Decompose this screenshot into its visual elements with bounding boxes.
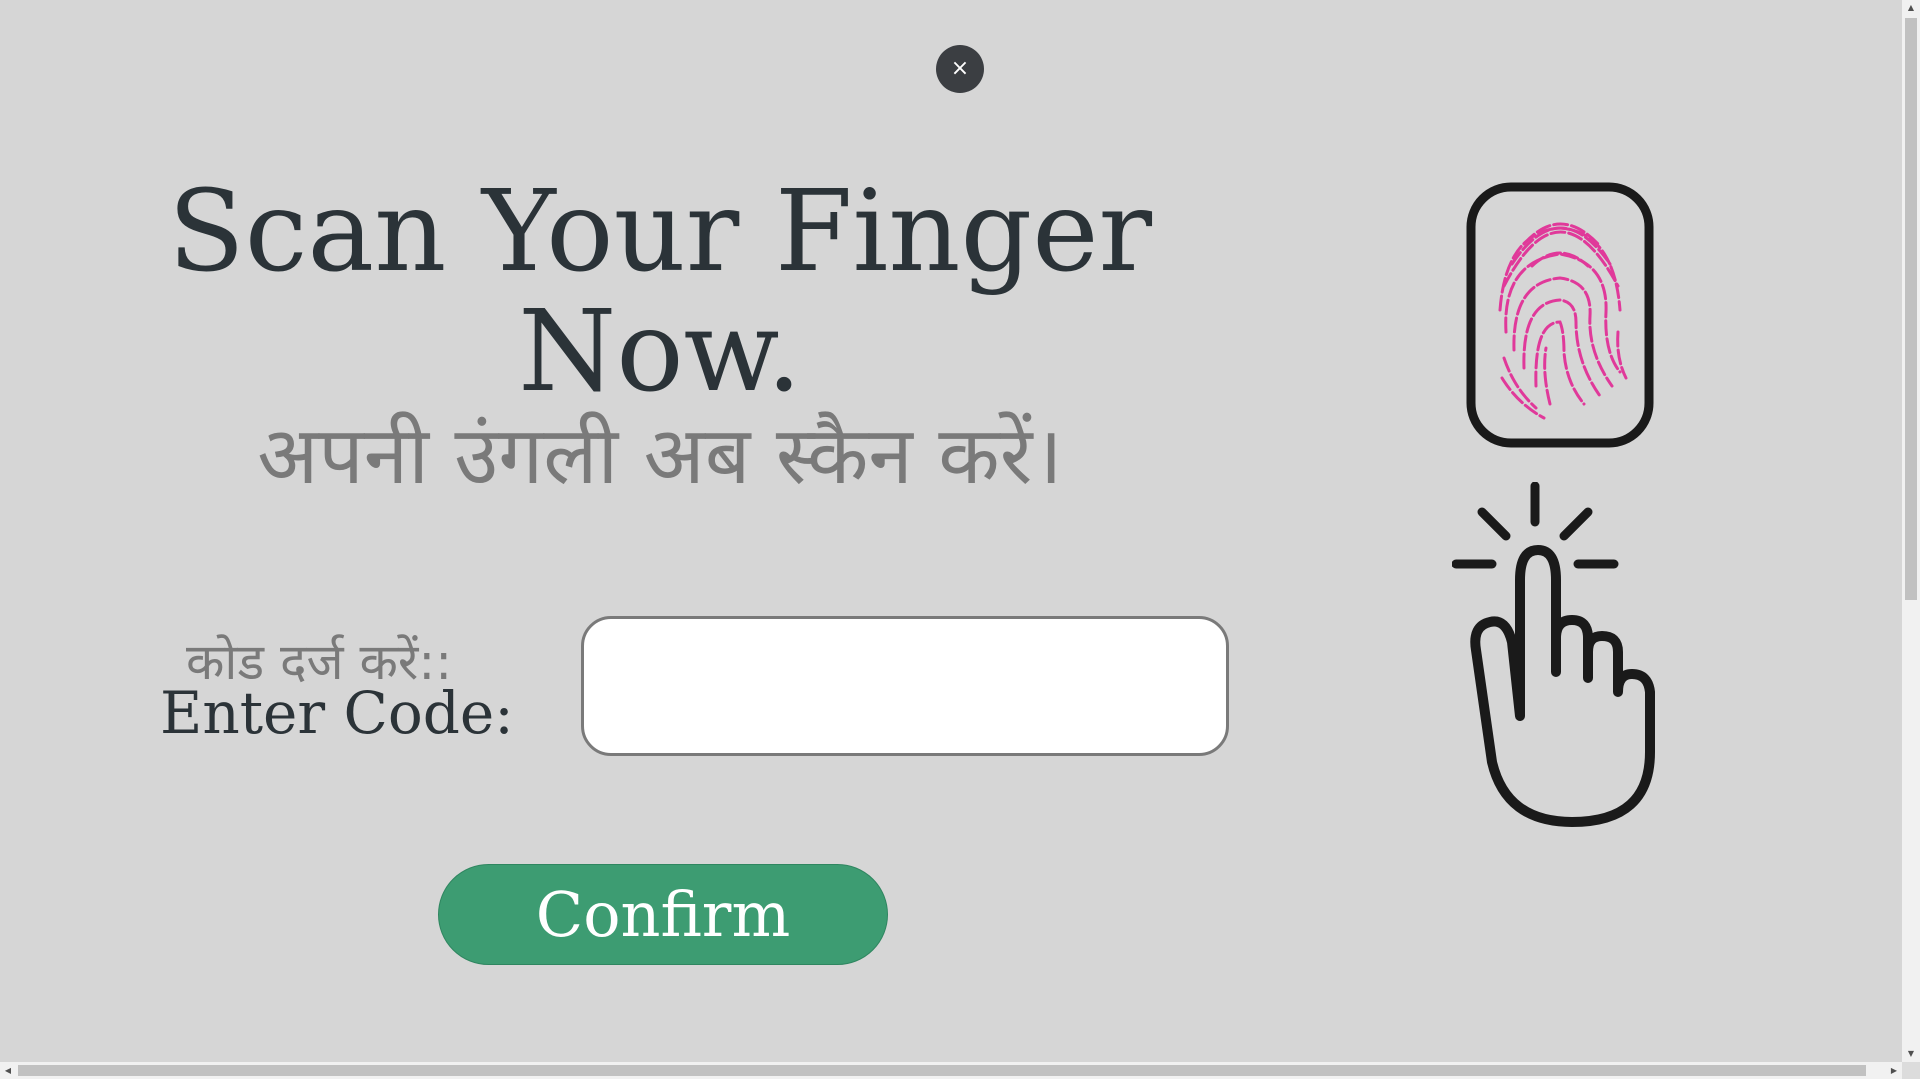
subtitle-hindi: अपनी उंगली अब स्कैन करें।: [257, 409, 1063, 502]
scrollbar-corner: [1902, 1062, 1920, 1079]
scroll-left-arrow-icon[interactable]: ◀: [0, 1062, 16, 1079]
code-label: Enter Code:: [160, 679, 514, 747]
title-line-1: Scan Your Finger: [167, 167, 1153, 297]
page-title: Scan Your Finger Now.: [110, 172, 1210, 412]
scroll-down-arrow-icon[interactable]: ▼: [1902, 1046, 1920, 1062]
scroll-up-arrow-icon[interactable]: ▲: [1902, 0, 1920, 16]
horizontal-scroll-thumb[interactable]: [18, 1065, 1866, 1076]
title-line-2: Now.: [518, 287, 802, 417]
vertical-scrollbar[interactable]: ▲ ▼: [1902, 0, 1920, 1062]
vertical-scroll-thumb[interactable]: [1905, 18, 1917, 600]
tap-hand-icon: [1452, 482, 1655, 827]
scroll-right-arrow-icon[interactable]: ▶: [1886, 1062, 1902, 1079]
code-input[interactable]: [581, 616, 1229, 756]
confirm-button[interactable]: Confirm: [438, 864, 888, 965]
fingerprint-scanner-icon: [1466, 182, 1654, 448]
close-button[interactable]: ×: [936, 45, 984, 93]
horizontal-scrollbar[interactable]: ◀ ▶: [0, 1062, 1902, 1079]
